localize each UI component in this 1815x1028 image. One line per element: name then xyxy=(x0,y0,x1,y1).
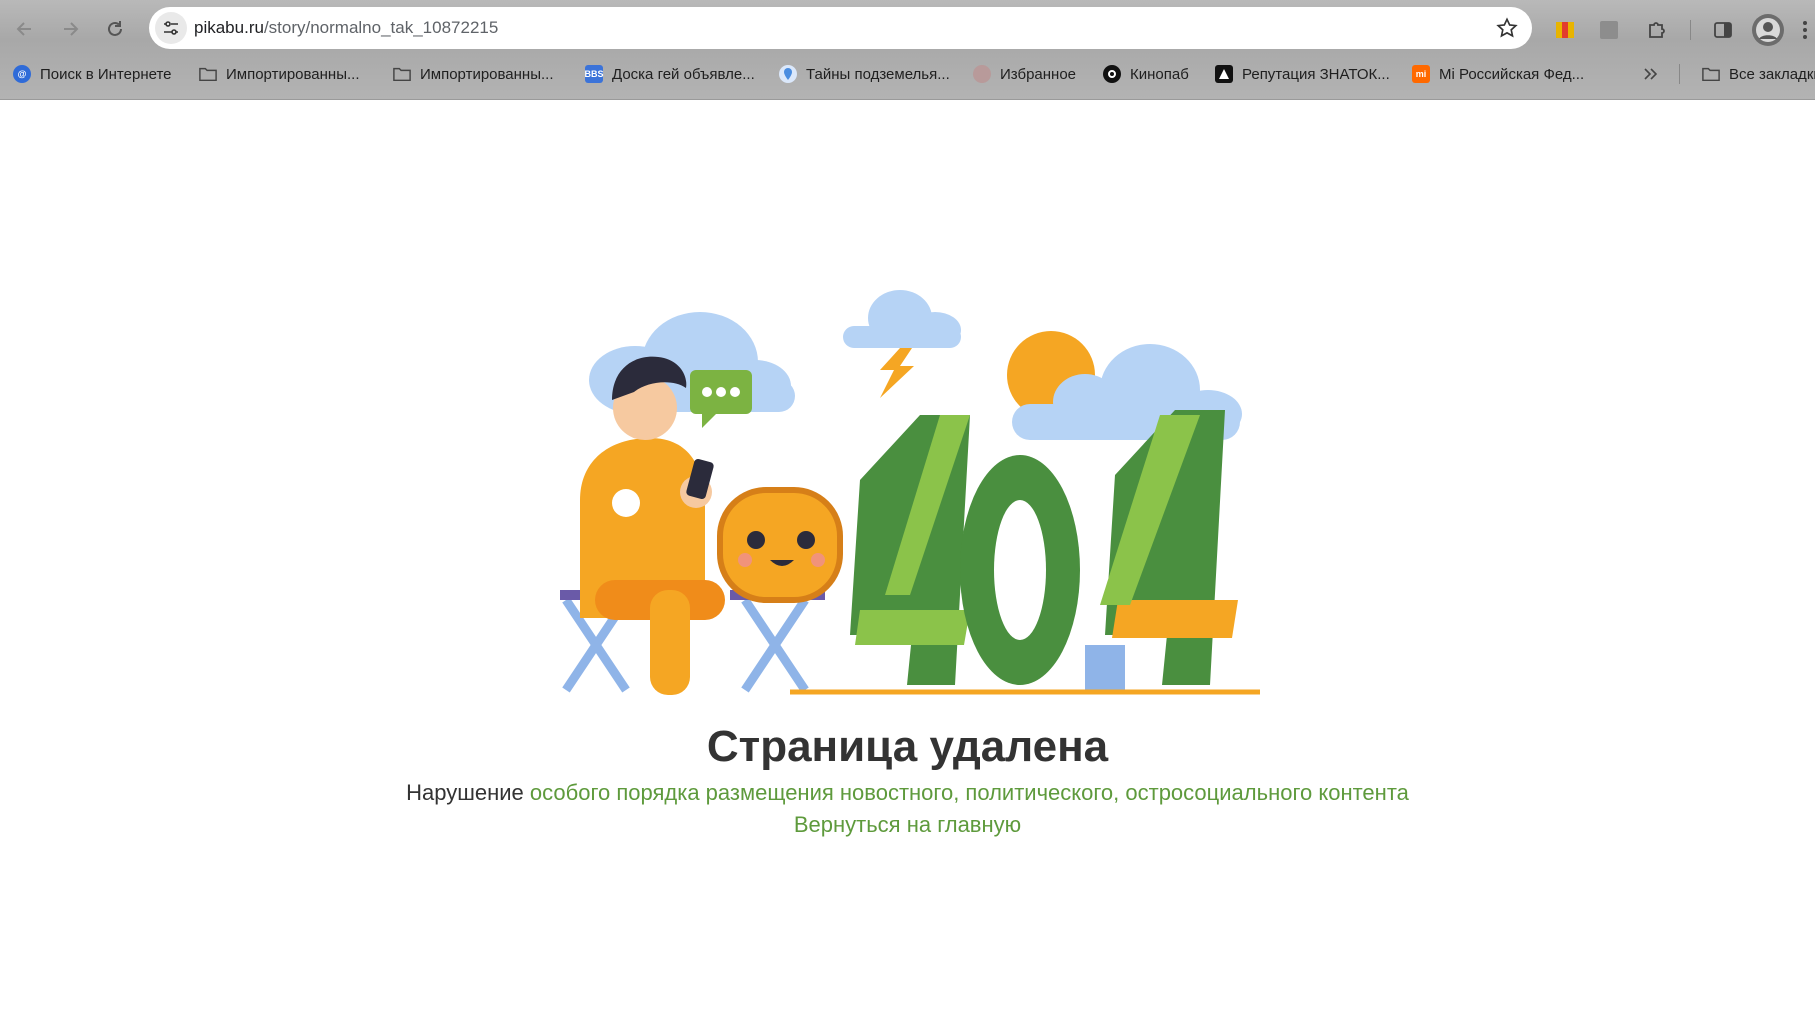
reload-icon xyxy=(108,21,122,36)
folder-icon xyxy=(199,65,217,83)
browser-menu-button[interactable] xyxy=(1798,17,1812,43)
url-host: pikabu.ru xyxy=(194,18,264,37)
url-path: /story/normalno_tak_10872215 xyxy=(263,18,499,37)
page-title: Страница удалена xyxy=(706,722,1109,771)
all-bookmarks-folder[interactable]: Все закладки xyxy=(1702,60,1815,88)
extension-button[interactable] xyxy=(1552,17,1578,43)
rules-link[interactable]: особого порядка размещения новостного, п… xyxy=(530,780,1409,805)
kinopub-icon xyxy=(1103,65,1121,83)
bookmark-folder[interactable]: Импортированны... xyxy=(199,60,360,88)
bookmark-item[interactable]: Кинопаб xyxy=(1103,60,1189,88)
bbs-icon: BBS xyxy=(585,65,604,83)
gray-square-icon xyxy=(1600,21,1618,39)
lightning-icon xyxy=(880,348,914,398)
reload-button[interactable] xyxy=(100,14,130,44)
bookmark-label: Доска гей объявле... xyxy=(612,65,755,83)
address-bar[interactable]: pikabu.ru/story/normalno_tak_10872215 xyxy=(149,7,1532,49)
bookmark-label: Импортированны... xyxy=(420,65,554,83)
toolbar-divider xyxy=(1690,20,1691,40)
back-to-home-link[interactable]: Вернуться на главную xyxy=(0,812,1815,838)
chat-bubble-icon xyxy=(690,370,752,428)
star-icon xyxy=(1496,17,1518,38)
mi-icon: mi xyxy=(1412,65,1430,83)
forward-button[interactable] xyxy=(55,14,85,44)
bookmark-item[interactable]: Репутация ЗНАТОК... xyxy=(1215,60,1390,88)
bookmarks-bar: @ Поиск в Интернете Импортированны... Им… xyxy=(0,60,1815,90)
bookmark-folder[interactable]: Импортированны... xyxy=(393,60,554,88)
reason-prefix: Нарушение xyxy=(406,780,524,805)
puzzle-icon xyxy=(1649,22,1665,38)
kebab-menu-icon xyxy=(1803,21,1807,39)
bookmark-label: Импортированны... xyxy=(226,65,360,83)
paint-bucket-icon xyxy=(1085,645,1125,690)
error-404-illustration xyxy=(560,290,1260,695)
profile-avatar-button[interactable] xyxy=(1752,14,1784,46)
bookmark-label: Репутация ЗНАТОК... xyxy=(1242,65,1390,83)
arrow-right-icon xyxy=(64,22,79,36)
url-text[interactable]: pikabu.ru/story/normalno_tak_10872215 xyxy=(194,18,498,38)
bookmark-label: Поиск в Интернете xyxy=(40,65,172,83)
folder-icon xyxy=(1702,65,1720,83)
deletion-reason: Нарушение особого порядка размещения нов… xyxy=(0,780,1815,806)
side-panel-button[interactable] xyxy=(1710,17,1736,43)
mascot-character xyxy=(717,487,843,603)
bookmark-item[interactable]: Тайны подземелья... xyxy=(779,60,950,88)
folder-icon xyxy=(393,65,411,83)
bookmark-label: Тайны подземелья... xyxy=(806,65,950,83)
bookmarks-divider xyxy=(1679,64,1680,84)
browser-chrome: pikabu.ru/story/normalno_tak_10872215 @ … xyxy=(0,0,1815,100)
back-button[interactable] xyxy=(10,14,40,44)
at-sign-icon: @ xyxy=(13,65,31,83)
cloud-top xyxy=(843,290,961,348)
site-info-button[interactable] xyxy=(155,12,187,44)
pin-icon xyxy=(779,65,797,83)
bookmark-item[interactable]: BBS Доска гей объявле... xyxy=(585,60,755,88)
more-bookmarks-button[interactable] xyxy=(1643,60,1659,88)
bookmark-label: Кинопаб xyxy=(1130,65,1189,83)
bookmark-item[interactable]: @ Поиск в Интернете xyxy=(13,60,172,88)
bookmark-label: Mi Российская Фед... xyxy=(1439,65,1585,83)
znatok-icon xyxy=(1215,65,1233,83)
arrow-left-icon xyxy=(16,22,31,36)
number-404 xyxy=(790,410,1260,695)
chevron-double-right-icon xyxy=(1644,68,1658,80)
browser-toolbar: pikabu.ru/story/normalno_tak_10872215 xyxy=(0,6,1815,52)
side-panel-icon xyxy=(1714,22,1732,38)
bookmark-label: Все закладки xyxy=(1729,65,1815,83)
flag-extension-icon xyxy=(1556,22,1574,38)
avatar-icon xyxy=(1756,18,1780,42)
bookmark-item[interactable]: Избранное xyxy=(973,60,1076,88)
bookmark-label: Избранное xyxy=(1000,65,1077,83)
bookmark-star-button[interactable] xyxy=(1496,17,1518,44)
extensions-menu-button[interactable] xyxy=(1644,17,1670,43)
tune-icon xyxy=(164,21,178,35)
bookmark-item[interactable]: mi Mi Российская Фед... xyxy=(1412,60,1584,88)
avatar-icon xyxy=(973,65,991,83)
extension-button[interactable] xyxy=(1596,17,1622,43)
